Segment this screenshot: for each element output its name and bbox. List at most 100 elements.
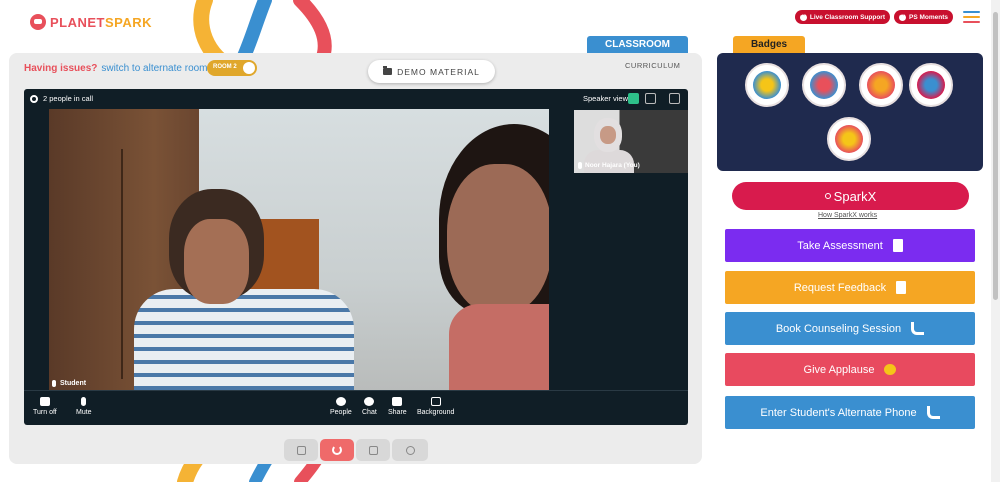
share-label: Share — [388, 409, 407, 416]
give-applause-button[interactable]: Give Applause — [725, 353, 975, 386]
close-circle-icon — [898, 11, 906, 21]
self-face — [600, 126, 616, 144]
turn-off-label: Turn off — [33, 409, 57, 416]
video-call-frame: 2 people in call Speaker view Student No… — [24, 89, 688, 425]
grid-view-icon[interactable] — [645, 93, 656, 104]
logo-icon — [30, 14, 46, 30]
folder-icon — [383, 66, 393, 75]
request-feedback-label: Request Feedback — [793, 281, 887, 294]
share-button[interactable]: Share — [388, 397, 407, 416]
scrollbar-thumb[interactable] — [993, 12, 998, 300]
book-counseling-button[interactable]: Book Counseling Session — [725, 312, 975, 345]
trophy-icon — [753, 71, 781, 99]
request-feedback-button[interactable]: Request Feedback — [725, 271, 975, 304]
mic-icon — [578, 162, 582, 169]
tab-classroom[interactable]: CLASSROOM — [587, 36, 688, 53]
speaker-view-icon[interactable] — [628, 93, 639, 104]
issues-notice: Having issues? switch to alternate room — [24, 63, 208, 74]
chat-label: Chat — [362, 409, 377, 416]
fullscreen-icon — [296, 445, 306, 455]
badge-meditation[interactable] — [859, 63, 903, 107]
room-toggle[interactable]: ROOM 2 — [207, 60, 257, 76]
chat-button[interactable]: Chat — [362, 397, 377, 416]
demo-material-label: DEMO MATERIAL — [397, 66, 480, 77]
take-assessment-label: Take Assessment — [797, 239, 883, 252]
give-applause-label: Give Applause — [803, 363, 875, 376]
video-controls-bar: Turn off Mute People Chat Share Backgrou… — [24, 390, 688, 425]
background-icon — [430, 397, 441, 406]
main-participant-tag: Student — [52, 380, 86, 387]
meditation-icon — [867, 71, 895, 99]
gear-icon[interactable] — [30, 94, 38, 103]
background-button[interactable]: Background — [417, 397, 454, 416]
badge-trophy[interactable] — [745, 63, 789, 107]
fullscreen-button[interactable] — [284, 439, 318, 461]
speaker-icon — [810, 71, 838, 99]
microphone-icon — [81, 397, 87, 406]
tab-curriculum[interactable]: CURRICULUM — [625, 61, 680, 70]
take-assessment-button[interactable]: Take Assessment — [725, 229, 975, 262]
book-counseling-label: Book Counseling Session — [775, 322, 902, 335]
palette-button[interactable] — [392, 439, 428, 461]
live-support-button[interactable]: Live Classroom Support — [794, 10, 890, 24]
switch-room-link[interactable]: switch to alternate room — [101, 63, 207, 74]
main-participant-name: Student — [60, 380, 87, 387]
participant-top — [449, 304, 549, 390]
issues-question: Having issues? — [24, 63, 98, 74]
palette-icon — [405, 445, 415, 455]
brain-icon — [835, 125, 863, 153]
badge-speaker[interactable] — [802, 63, 846, 107]
clapping-hands-icon — [884, 364, 897, 375]
hamburger-menu-icon[interactable] — [963, 8, 980, 26]
background-label: Background — [417, 409, 455, 416]
speaker-view-label: Speaker view — [582, 94, 628, 103]
person-icon — [335, 397, 346, 406]
alternate-phone-button[interactable]: Enter Student's Alternate Phone — [725, 396, 975, 429]
camera-icon — [39, 397, 50, 406]
close-circle-icon — [799, 11, 807, 21]
monitor-icon — [368, 445, 378, 455]
how-sparkx-link[interactable]: How SparkX works — [818, 212, 877, 219]
chat-icon — [364, 397, 375, 406]
student-face — [184, 219, 249, 304]
circle-icon — [824, 193, 831, 199]
badge-idea[interactable] — [909, 63, 953, 107]
alternate-phone-label: Enter Student's Alternate Phone — [760, 406, 917, 419]
people-count: 2 people in call — [43, 94, 94, 103]
pip-icon[interactable] — [669, 93, 680, 104]
tab-badges[interactable]: Badges — [733, 36, 805, 53]
participant-face — [447, 164, 549, 314]
sparkx-button[interactable]: SparkX — [732, 182, 969, 210]
phone-icon — [911, 322, 925, 335]
mic-icon — [52, 380, 56, 387]
share-icon — [392, 397, 403, 406]
top-right-actions: Live Classroom Support PS Moments — [794, 8, 980, 26]
end-call-button[interactable] — [320, 439, 354, 461]
sparkx-label: SparkX — [833, 188, 877, 204]
room-toggle-label: ROOM 2 — [213, 64, 237, 70]
lightbulb-icon — [917, 71, 945, 99]
live-support-label: Live Classroom Support — [809, 13, 885, 21]
mute-button[interactable]: Mute — [76, 397, 92, 416]
power-icon — [332, 445, 342, 455]
people-label: People — [330, 409, 352, 416]
demo-material-button[interactable]: DEMO MATERIAL — [368, 60, 495, 83]
toggle-knob — [243, 62, 255, 74]
phone-icon — [926, 406, 940, 419]
camera-toggle-button[interactable]: Turn off — [33, 397, 57, 416]
planetspark-logo: PLANETSPARK — [30, 14, 152, 30]
document-icon — [896, 281, 907, 294]
mute-label: Mute — [76, 409, 92, 416]
clipboard-icon — [892, 239, 903, 252]
ps-moments-button[interactable]: PS Moments — [893, 10, 953, 24]
page-scrollbar[interactable] — [991, 0, 1000, 482]
ps-moments-label: PS Moments — [908, 13, 948, 21]
student-shirt — [134, 289, 354, 390]
self-participant-tag: Noor Hajara (You) — [578, 162, 640, 169]
people-button[interactable]: People — [330, 397, 352, 416]
screen-button[interactable] — [356, 439, 390, 461]
logo-text: PLANETSPARK — [50, 14, 153, 30]
main-video-feed — [49, 109, 549, 390]
badges-panel — [717, 53, 983, 171]
badge-brain[interactable] — [827, 117, 871, 161]
